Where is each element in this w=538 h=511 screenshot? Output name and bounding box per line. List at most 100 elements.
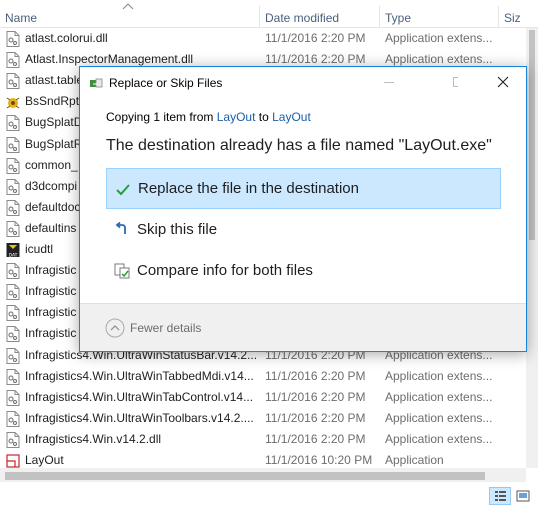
file-date-modified: 11/1/2016 2:20 PM	[265, 31, 366, 45]
column-date-modified[interactable]: Date modified	[265, 0, 339, 28]
replace-file-option[interactable]: Replace the file in the destination	[106, 168, 501, 209]
file-name: Infragistics4.Win.UltraWinTabControl.v14…	[25, 389, 254, 404]
column-size[interactable]: Siz	[504, 0, 521, 28]
dll-file-icon	[6, 368, 20, 385]
dll-file-icon	[6, 326, 20, 343]
dll-file-icon	[6, 31, 20, 47]
file-name: Infragistic	[25, 284, 77, 299]
file-type: Application extens...	[385, 52, 493, 67]
horizontal-scroll-thumb[interactable]	[5, 472, 485, 480]
source-folder-link[interactable]: LayOut	[217, 110, 256, 124]
dat-file-icon: DAT	[6, 242, 20, 259]
file-name: Infragistic	[25, 326, 77, 341]
skip-option-label: Skip this file	[137, 221, 218, 238]
file-type: Application extens...	[385, 389, 493, 404]
minimize-icon	[384, 82, 394, 83]
compare-files-icon	[114, 263, 130, 279]
file-type: Application extens...	[385, 410, 493, 425]
skip-arrow-icon	[115, 222, 126, 234]
file-type: Application extens...	[385, 31, 493, 45]
close-icon	[497, 76, 509, 88]
file-date-modified: 11/1/2016 2:20 PM	[265, 389, 366, 404]
column-divider[interactable]	[379, 6, 380, 28]
dll-file-icon	[6, 178, 20, 195]
svg-text:DAT: DAT	[9, 253, 18, 259]
skip-file-option[interactable]: Skip this file	[106, 210, 501, 251]
dll-file-icon	[6, 73, 20, 90]
vertical-scroll-thumb[interactable]	[529, 30, 535, 240]
layout-app-icon	[6, 453, 20, 469]
file-name: Infragistic	[25, 263, 77, 278]
file-name: atlast.colorui.dll	[25, 31, 108, 45]
file-name: BugSplatR	[25, 136, 83, 151]
replace-or-skip-dialog: Replace or Skip Files Copying 1 item fro…	[79, 66, 527, 352]
dialog-title-bar[interactable]: Replace or Skip Files	[80, 67, 526, 98]
dll-file-icon	[6, 52, 20, 69]
replace-option-label: Replace the file in the destination	[138, 180, 359, 197]
checkmark-icon	[116, 184, 130, 196]
file-name: atlast.table	[25, 73, 84, 88]
file-name: BugSplatD	[25, 115, 83, 130]
file-name: BsSndRpt	[25, 94, 80, 109]
bug-app-icon	[6, 94, 20, 110]
dll-file-icon	[6, 347, 20, 364]
copying-status: Copying 1 item from LayOut to LayOut	[106, 110, 311, 124]
file-name: icudtl	[25, 242, 54, 256]
column-divider[interactable]	[259, 6, 260, 28]
dll-file-icon	[6, 199, 20, 216]
dialog-title: Replace or Skip Files	[109, 76, 223, 90]
fewer-details-button[interactable]: Fewer details	[105, 318, 215, 338]
dll-file-icon	[6, 431, 20, 448]
maximize-button[interactable]	[412, 67, 463, 98]
chevron-up-icon	[105, 318, 125, 338]
file-name: Atlast.InspectorManagement.dll	[25, 52, 194, 67]
sort-ascending-icon	[122, 3, 134, 10]
compare-option-label: Compare info for both files	[137, 262, 313, 279]
dll-file-icon	[6, 115, 20, 132]
file-name: Infragistics4.Win.UltraWinToolbars.v14.2…	[25, 410, 254, 425]
column-name[interactable]: Name	[5, 0, 37, 28]
column-divider[interactable]	[498, 6, 499, 28]
file-name: common_	[25, 157, 78, 172]
large-icons-view-icon	[516, 490, 530, 502]
dll-file-icon	[6, 157, 20, 174]
file-date-modified: 11/1/2016 2:20 PM	[265, 52, 366, 67]
file-name: defaultins	[25, 220, 77, 235]
file-copy-icon	[90, 78, 103, 88]
file-name: Infragistic	[25, 305, 77, 320]
dll-file-icon	[6, 410, 20, 427]
file-name: defaultdoc	[25, 199, 81, 214]
dll-file-icon	[6, 136, 20, 153]
status-bar	[0, 482, 538, 511]
file-row[interactable]: atlast.colorui.dll 11/1/2016 2:20 PM Appli…	[0, 28, 510, 49]
file-row[interactable]: Infragistics4.Win.v14.2.dll 11/1/2016 2:2…	[0, 429, 510, 450]
details-view-button[interactable]	[489, 487, 511, 505]
dll-file-icon	[6, 389, 20, 406]
file-type: Application extens...	[385, 368, 493, 383]
dll-file-icon	[6, 284, 20, 301]
compare-files-option[interactable]: Compare info for both files	[106, 251, 501, 292]
file-name: Infragistics4.Win.v14.2.dll	[25, 431, 162, 446]
column-header-bar: Name Date modified Type Siz	[0, 0, 538, 28]
column-type[interactable]: Type	[385, 0, 411, 28]
close-button[interactable]	[480, 67, 526, 98]
maximize-icon	[453, 77, 463, 87]
file-row[interactable]: Infragistics4.Win.UltraWinToolbars.v14.2…	[0, 408, 510, 429]
to-word: to	[258, 110, 269, 124]
file-name: d3dcompi	[25, 178, 78, 193]
large-icons-view-button[interactable]	[512, 487, 534, 505]
file-row[interactable]: Infragistics4.Win.UltraWinTabControl.v14…	[0, 387, 510, 408]
copying-prefix: Copying 1 item from	[106, 110, 214, 124]
dll-file-icon	[6, 305, 20, 322]
file-date-modified: 11/1/2016 2:20 PM	[265, 410, 366, 425]
file-row[interactable]: Infragistics4.Win.UltraWinTabbedMdi.v14.…	[0, 366, 510, 387]
fewer-details-label: Fewer details	[130, 321, 202, 335]
details-view-icon	[495, 491, 506, 501]
destination-folder-link[interactable]: LayOut	[272, 110, 311, 124]
file-name: LayOut	[25, 453, 64, 467]
minimize-button[interactable]	[366, 67, 412, 98]
file-type: Application extens...	[385, 431, 493, 446]
file-type: Application	[385, 453, 444, 467]
file-date-modified: 11/1/2016 2:20 PM	[265, 368, 366, 383]
dll-file-icon	[6, 220, 20, 237]
